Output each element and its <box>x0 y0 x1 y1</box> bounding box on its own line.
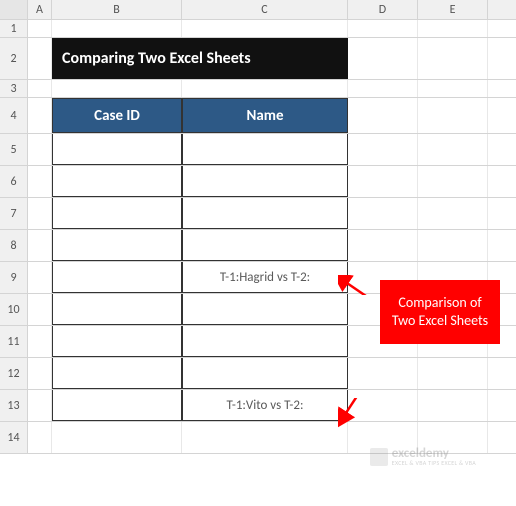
row-5: 5 <box>0 134 516 166</box>
title-cell[interactable]: Comparing Two Excel Sheets <box>52 38 348 79</box>
cell-D5[interactable] <box>348 134 418 165</box>
cell-C9[interactable]: T-1:Hagrid vs T-2: <box>182 262 348 293</box>
row-header-8[interactable]: 8 <box>0 230 28 261</box>
row-6: 6 <box>0 166 516 198</box>
cell-C5[interactable] <box>182 134 348 165</box>
row-header-14[interactable]: 14 <box>0 422 28 453</box>
cell-A6[interactable] <box>28 166 52 197</box>
cell-B6[interactable] <box>52 166 182 197</box>
row-header-9[interactable]: 9 <box>0 262 28 293</box>
cell-C6[interactable] <box>182 166 348 197</box>
table-header-case-id[interactable]: Case ID <box>52 98 182 133</box>
cell-E3[interactable] <box>418 80 488 97</box>
cell-A8[interactable] <box>28 230 52 261</box>
cell-E4[interactable] <box>418 98 488 133</box>
cell-C10[interactable] <box>182 294 348 325</box>
cell-B13[interactable] <box>52 390 182 421</box>
cell-A14[interactable] <box>28 422 52 453</box>
callout-box: Comparison of Two Excel Sheets <box>380 280 500 344</box>
cell-A2[interactable] <box>28 38 52 79</box>
row-header-10[interactable]: 10 <box>0 294 28 325</box>
cell-B11[interactable] <box>52 326 182 357</box>
cell-D8[interactable] <box>348 230 418 261</box>
row-2: 2 Comparing Two Excel Sheets <box>0 38 516 80</box>
col-header-E[interactable]: E <box>418 0 488 19</box>
row-header-2[interactable]: 2 <box>0 38 28 79</box>
row-header-3[interactable]: 3 <box>0 80 28 97</box>
callout-arrow-icon <box>338 398 388 438</box>
cell-D3[interactable] <box>348 80 418 97</box>
row-header-11[interactable]: 11 <box>0 326 28 357</box>
row-12: 12 <box>0 358 516 390</box>
cell-E5[interactable] <box>418 134 488 165</box>
cell-B7[interactable] <box>52 198 182 229</box>
cell-C11[interactable] <box>182 326 348 357</box>
cell-A1[interactable] <box>28 20 52 37</box>
row-header-1[interactable]: 1 <box>0 20 28 37</box>
row-header-6[interactable]: 6 <box>0 166 28 197</box>
cell-A3[interactable] <box>28 80 52 97</box>
row-7: 7 <box>0 198 516 230</box>
cell-B1[interactable] <box>52 20 182 37</box>
row-8: 8 <box>0 230 516 262</box>
cell-D4[interactable] <box>348 98 418 133</box>
cell-B5[interactable] <box>52 134 182 165</box>
cell-C1[interactable] <box>182 20 348 37</box>
col-header-A[interactable]: A <box>28 0 52 19</box>
cell-C12[interactable] <box>182 358 348 389</box>
row-13: 13 T-1:Vito vs T-2: <box>0 390 516 422</box>
cell-A9[interactable] <box>28 262 52 293</box>
col-header-D[interactable]: D <box>348 0 418 19</box>
cell-B14[interactable] <box>52 422 182 453</box>
cell-B8[interactable] <box>52 230 182 261</box>
cell-A10[interactable] <box>28 294 52 325</box>
cell-C14[interactable] <box>182 422 348 453</box>
row-header-7[interactable]: 7 <box>0 198 28 229</box>
row-header-5[interactable]: 5 <box>0 134 28 165</box>
col-header-C[interactable]: C <box>182 0 348 19</box>
spreadsheet-grid: A B C D E 1 2 Comparing Two Excel Sheets… <box>0 0 516 454</box>
cell-B10[interactable] <box>52 294 182 325</box>
cell-B3[interactable] <box>52 80 182 97</box>
watermark-text: exceldemy EXCEL & VBA TIPS EXCEL & VBA <box>392 447 476 466</box>
cell-C7[interactable] <box>182 198 348 229</box>
cell-A7[interactable] <box>28 198 52 229</box>
col-header-B[interactable]: B <box>52 0 182 19</box>
cell-C13[interactable]: T-1:Vito vs T-2: <box>182 390 348 421</box>
row-header-13[interactable]: 13 <box>0 390 28 421</box>
cell-E8[interactable] <box>418 230 488 261</box>
cell-E12[interactable] <box>418 358 488 389</box>
cell-D7[interactable] <box>348 198 418 229</box>
cell-A5[interactable] <box>28 134 52 165</box>
row-3: 3 <box>0 80 516 98</box>
cell-D2[interactable] <box>348 38 418 79</box>
cell-B12[interactable] <box>52 358 182 389</box>
row-1: 1 <box>0 20 516 38</box>
cell-D6[interactable] <box>348 166 418 197</box>
cell-A13[interactable] <box>28 390 52 421</box>
cell-C8[interactable] <box>182 230 348 261</box>
cell-B9[interactable] <box>52 262 182 293</box>
row-4: 4 Case ID Name <box>0 98 516 134</box>
cell-A11[interactable] <box>28 326 52 357</box>
table-header-name[interactable]: Name <box>182 98 348 133</box>
cell-D1[interactable] <box>348 20 418 37</box>
cell-E6[interactable] <box>418 166 488 197</box>
row-header-12[interactable]: 12 <box>0 358 28 389</box>
watermark: exceldemy EXCEL & VBA TIPS EXCEL & VBA <box>370 447 476 466</box>
cell-E1[interactable] <box>418 20 488 37</box>
select-all-corner[interactable] <box>0 0 28 19</box>
cell-A4[interactable] <box>28 98 52 133</box>
cell-C3[interactable] <box>182 80 348 97</box>
cell-E2[interactable] <box>418 38 488 79</box>
cell-E7[interactable] <box>418 198 488 229</box>
cell-D12[interactable] <box>348 358 418 389</box>
cell-E13[interactable] <box>418 390 488 421</box>
row-header-4[interactable]: 4 <box>0 98 28 133</box>
column-headers-row: A B C D E <box>0 0 516 20</box>
watermark-logo-icon <box>370 448 388 466</box>
cell-A12[interactable] <box>28 358 52 389</box>
